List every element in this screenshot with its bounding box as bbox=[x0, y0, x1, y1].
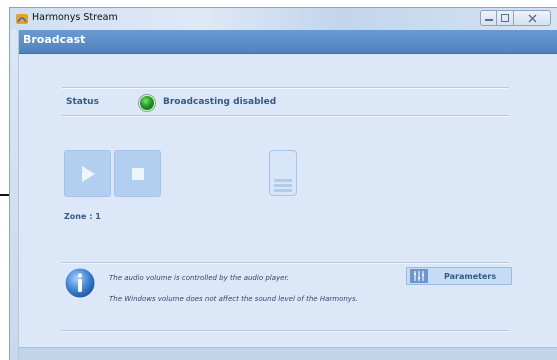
divider bbox=[62, 115, 509, 117]
zone-label: Zone : 1 bbox=[64, 212, 101, 221]
app-window: Harmonys Stream Broadcast Status Broadca… bbox=[9, 7, 557, 360]
divider bbox=[62, 330, 509, 332]
panel-header: Broadcast bbox=[19, 30, 557, 54]
volume-meter-icon bbox=[274, 179, 292, 192]
sliders-icon bbox=[410, 269, 428, 283]
window-title: Harmonys Stream bbox=[32, 12, 118, 23]
play-icon bbox=[81, 165, 95, 182]
play-button[interactable] bbox=[64, 150, 111, 197]
info-line-1: The audio volume is controlled by the au… bbox=[109, 274, 289, 282]
divider bbox=[62, 87, 509, 89]
close-icon bbox=[528, 14, 536, 22]
title-bar[interactable]: Harmonys Stream bbox=[10, 8, 557, 30]
app-logo-icon bbox=[16, 14, 28, 24]
footer-bar bbox=[19, 347, 557, 360]
maximize-button[interactable] bbox=[497, 10, 514, 26]
status-indicator bbox=[139, 95, 155, 111]
parameters-button[interactable]: Parameters bbox=[406, 267, 512, 285]
minimize-button[interactable] bbox=[480, 10, 497, 26]
stop-icon bbox=[131, 167, 144, 180]
parameters-label: Parameters bbox=[444, 271, 497, 281]
status-text: Broadcasting disabled bbox=[163, 97, 277, 107]
info-icon bbox=[64, 267, 96, 299]
maximize-icon bbox=[501, 14, 509, 22]
panel-title: Broadcast bbox=[23, 33, 86, 46]
divider bbox=[62, 262, 509, 264]
stop-button[interactable] bbox=[114, 150, 161, 197]
status-label: Status bbox=[66, 97, 99, 107]
info-line-2: The Windows volume does not affect the s… bbox=[109, 295, 358, 303]
close-button[interactable] bbox=[514, 10, 551, 26]
volume-meter[interactable] bbox=[269, 150, 297, 196]
minimize-icon bbox=[484, 19, 493, 21]
broadcast-panel: Broadcast Status Broadcasting disabled Z… bbox=[18, 30, 557, 360]
